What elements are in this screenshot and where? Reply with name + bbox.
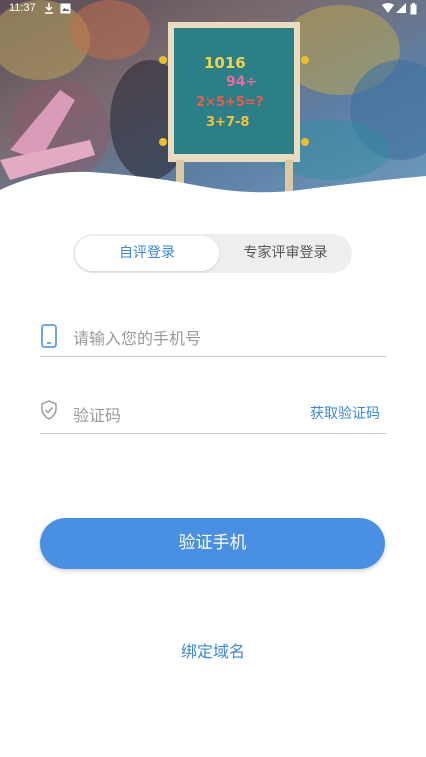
phone-input[interactable]: 请输入您的手机号 bbox=[73, 325, 201, 349]
download-icon bbox=[45, 3, 53, 14]
hero-illustration: 1016 94÷ 2×5+5=? 3+7-8 bbox=[0, 0, 426, 205]
phone-field[interactable]: 请输入您的手机号 bbox=[40, 316, 386, 357]
hero-banner: 1016 94÷ 2×5+5=? 3+7-8 bbox=[0, 0, 426, 205]
board-line-2: 94÷ bbox=[226, 74, 257, 90]
board-line-3: 2×5+5=? bbox=[196, 95, 263, 110]
verify-phone-button[interactable]: 验证手机 bbox=[40, 518, 385, 569]
tab-self-assessment-login[interactable]: 自评登录 bbox=[75, 236, 219, 271]
image-notification-icon bbox=[60, 3, 71, 14]
get-code-button[interactable]: 获取验证码 bbox=[310, 403, 380, 423]
verification-code-field[interactable]: 验证码 获取验证码 bbox=[40, 393, 386, 434]
status-bar: 11:37 bbox=[0, 0, 426, 18]
wifi-icon bbox=[382, 3, 394, 13]
signal-icon bbox=[396, 3, 406, 13]
verification-code-input[interactable]: 验证码 bbox=[73, 402, 121, 426]
status-time: 11:37 bbox=[9, 2, 36, 14]
board-line-1: 1016 bbox=[204, 54, 246, 72]
shield-check-icon bbox=[41, 400, 57, 420]
tab-expert-review-login[interactable]: 专家评审登录 bbox=[219, 234, 352, 273]
board-line-4: 3+7-8 bbox=[206, 115, 249, 130]
battery-icon bbox=[410, 3, 417, 15]
bind-domain-link[interactable]: 绑定域名 bbox=[0, 638, 426, 662]
phone-icon bbox=[41, 324, 57, 348]
login-type-tabs: 自评登录 专家评审登录 bbox=[73, 234, 352, 273]
